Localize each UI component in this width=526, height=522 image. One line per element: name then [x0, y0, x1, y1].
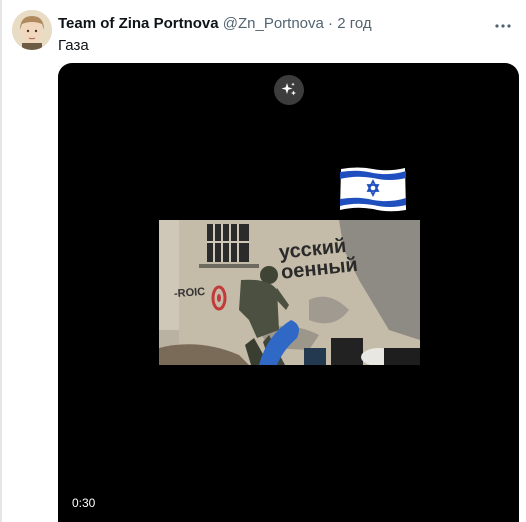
more-dots-icon[interactable] — [494, 16, 512, 34]
separator-dot: · — [328, 15, 334, 32]
post-time[interactable]: 2 год — [337, 15, 371, 32]
more-dots-glyph — [495, 24, 511, 28]
author-handle[interactable]: @Zn_Portnova — [223, 15, 324, 32]
video-duration: 0:30 — [72, 496, 96, 510]
author-name[interactable]: Team of Zina Portnova — [58, 15, 219, 32]
avatar[interactable] — [12, 10, 52, 50]
sparkle-button[interactable] — [274, 75, 304, 105]
video-player[interactable]: усский оенный -ROIC 0:30 — [58, 63, 519, 522]
wall-text-left: -ROIC — [173, 285, 206, 301]
tweet-header: Team of Zina Portnova @Zn_Portnova · 2 г… — [58, 14, 372, 34]
israel-flag — [340, 167, 406, 212]
sparkle-icon — [281, 82, 296, 96]
left-border — [0, 0, 2, 522]
tweet-text: Газа — [58, 37, 89, 54]
avatar-portrait-icon — [12, 10, 52, 50]
